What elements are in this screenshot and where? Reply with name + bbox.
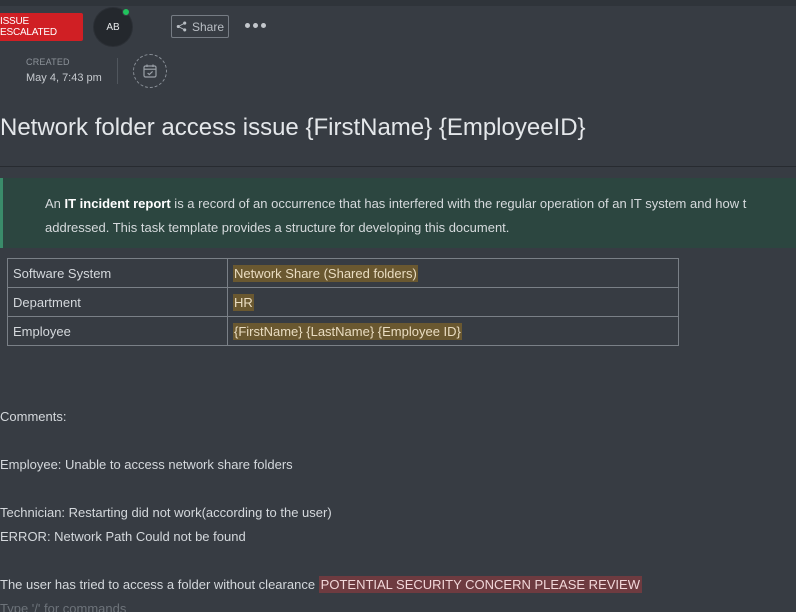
technician-comment[interactable]: Technician: Restarting did not work(acco… (0, 505, 332, 520)
table-value[interactable]: Network Share (Shared folders) (227, 258, 679, 288)
callout-bold: IT incident report (64, 196, 171, 211)
editor-placeholder[interactable]: Type '/' for commands (0, 601, 126, 612)
clearance-text: The user has tried to access a folder wi… (0, 577, 319, 592)
comments-heading[interactable]: Comments: (0, 409, 66, 424)
page-title[interactable]: Network folder access issue {FirstName} … (0, 114, 586, 142)
table-value[interactable]: HR (227, 287, 679, 317)
share-button[interactable]: Share (171, 15, 229, 38)
more-options-button[interactable] (243, 16, 267, 34)
callout-prefix: An (45, 196, 65, 211)
info-table: Software System Network Share (Shared fo… (7, 258, 679, 346)
callout-rest: is a record of an occurrence that has in… (170, 196, 747, 211)
table-value-text: HR (233, 293, 254, 311)
created-date: May 4, 7:43 pm (26, 72, 102, 84)
employee-comment[interactable]: Employee: Unable to access network share… (0, 457, 293, 472)
table-value-text: {FirstName} {LastName} {Employee ID} (233, 322, 462, 340)
table-value-text: Network Share (Shared folders) (233, 264, 418, 282)
info-callout: An IT incident report is a record of an … (0, 178, 796, 248)
top-strip (0, 0, 796, 6)
table-row: Department HR (7, 287, 679, 317)
status-badge[interactable]: ISSUE ESCALATED (0, 13, 83, 41)
table-row: Software System Network Share (Shared fo… (7, 258, 679, 288)
clearance-comment[interactable]: The user has tried to access a folder wi… (0, 576, 642, 593)
table-value[interactable]: {FirstName} {LastName} {Employee ID} (227, 316, 679, 346)
share-label: Share (191, 19, 225, 34)
security-flag: POTENTIAL SECURITY CONCERN PLEASE REVIEW (318, 576, 642, 593)
table-row: Employee {FirstName} {LastName} {Employe… (7, 316, 679, 346)
due-date-button[interactable] (133, 54, 167, 88)
created-label: CREATED (26, 57, 70, 67)
table-key[interactable]: Department (7, 287, 228, 317)
error-comment[interactable]: ERROR: Network Path Could not be found (0, 529, 246, 544)
table-key[interactable]: Software System (7, 258, 228, 288)
callout-text: An IT incident report is a record of an … (45, 192, 796, 240)
callout-line2: addressed. This task template provides a… (45, 220, 510, 235)
header-divider (117, 58, 118, 84)
more-dots-icon (244, 22, 250, 28)
online-status-indicator (122, 8, 130, 16)
title-divider (0, 166, 796, 167)
share-icon (176, 21, 187, 32)
more-dot (252, 22, 258, 28)
table-key[interactable]: Employee (7, 316, 228, 346)
calendar-check-icon (143, 64, 157, 78)
more-dot (260, 22, 266, 28)
